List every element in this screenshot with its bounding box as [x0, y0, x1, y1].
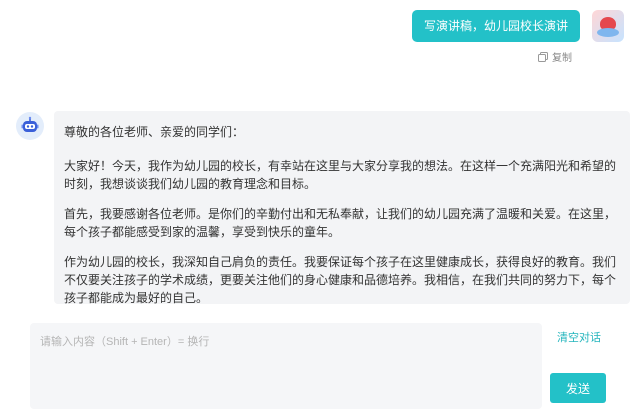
- user-message-bubble: 写演讲稿，幼儿园校长演讲: [411, 10, 580, 42]
- clear-conversation-link[interactable]: 清空对话: [557, 329, 601, 345]
- bot-paragraph: 尊敬的各位老师、亲爱的同学们：: [64, 125, 245, 139]
- copy-icon: [538, 51, 548, 62]
- copy-button[interactable]: 复制: [537, 49, 572, 64]
- copy-label: 复制: [552, 53, 572, 64]
- bot-paragraph: 首先，我要感谢各位老师。是你们的辛勤付出和无私奉献，让我们的幼儿园充满了温暖和关…: [64, 207, 617, 239]
- user-message-row: 写演讲稿，幼儿园校长演讲: [411, 10, 624, 42]
- bot-paragraph: 大家好！今天，我作为幼儿园的校长，有幸站在这里与大家分享我的想法。在这样一个充满…: [64, 159, 617, 191]
- robot-icon: [16, 112, 44, 140]
- bot-message-bubble: 尊敬的各位老师、亲爱的同学们： 大家好！今天，我作为幼儿园的校长，有幸站在这里与…: [54, 111, 630, 305]
- user-avatar-icon: [592, 10, 624, 42]
- bot-paragraph: 作为幼儿园的校长，我深知自己肩负的责任。我要保证每个孩子在这里健康成长，获得良好…: [64, 255, 617, 305]
- message-input[interactable]: [30, 323, 542, 409]
- send-button[interactable]: 发送: [550, 373, 606, 403]
